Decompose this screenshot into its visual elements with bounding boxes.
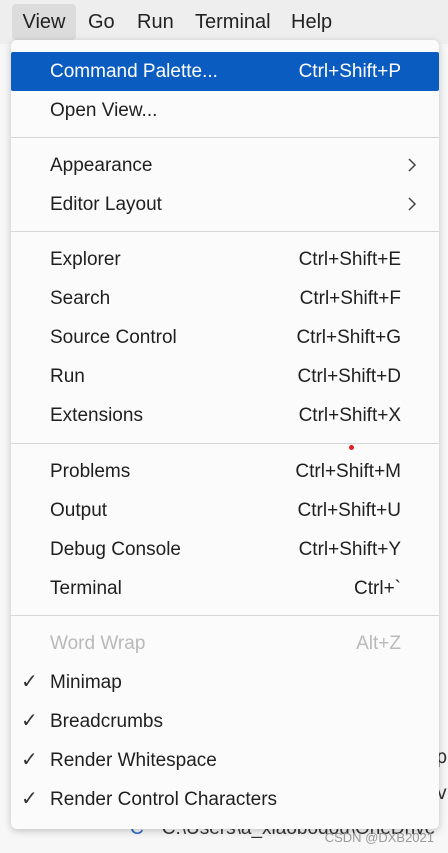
menu-item-render-whitespace[interactable]: ✓ Render Whitespace — [11, 741, 439, 780]
menu-item-label: Source Control — [50, 327, 177, 348]
menu-item-label: Minimap — [50, 672, 122, 693]
menu-item-problems[interactable]: Problems Ctrl+Shift+M — [11, 452, 439, 491]
menu-item-run[interactable]: Run Ctrl+Shift+D — [11, 357, 439, 396]
menu-item-shortcut: Alt+Z — [356, 633, 401, 654]
menu-separator — [11, 443, 439, 444]
menu-item-debug-console[interactable]: Debug Console Ctrl+Shift+Y — [11, 530, 439, 569]
menu-item-minimap[interactable]: ✓ Minimap — [11, 663, 439, 702]
menu-item-appearance[interactable]: Appearance — [11, 146, 439, 185]
menu-item-label: Run — [50, 366, 85, 387]
menubar-run[interactable]: Run — [137, 4, 174, 40]
menu-item-shortcut: Ctrl+Shift+P — [298, 61, 401, 82]
menu-item-terminal[interactable]: Terminal Ctrl+` — [11, 569, 439, 608]
menu-item-label: Open View... — [50, 100, 158, 121]
menu-item-label: Editor Layout — [50, 194, 162, 215]
menu-item-label: Search — [50, 288, 111, 309]
menubar-go[interactable]: Go — [88, 4, 115, 40]
menu-bar: View Go Run Terminal Help — [0, 0, 448, 44]
menu-item-open-view[interactable]: Open View... — [11, 91, 439, 130]
watermark: CSDN @DXB2021 — [324, 830, 434, 845]
menu-item-label: Terminal — [50, 578, 122, 599]
checkmark-icon: ✓ — [21, 749, 38, 771]
chevron-right-icon — [408, 158, 417, 172]
menu-item-output[interactable]: Output Ctrl+Shift+U — [11, 491, 439, 530]
menu-item-explorer[interactable]: Explorer Ctrl+Shift+E — [11, 240, 439, 279]
red-dot-marker — [349, 445, 354, 450]
menubar-terminal[interactable]: Terminal — [195, 4, 271, 40]
menu-item-label: Problems — [50, 461, 131, 482]
checkmark-icon: ✓ — [21, 788, 38, 810]
menu-item-shortcut: Ctrl+Shift+E — [298, 249, 401, 270]
menu-item-search[interactable]: Search Ctrl+Shift+F — [11, 279, 439, 318]
menu-item-shortcut: Ctrl+Shift+F — [299, 288, 401, 309]
menu-item-breadcrumbs[interactable]: ✓ Breadcrumbs — [11, 702, 439, 741]
menu-item-label: Extensions — [50, 405, 143, 426]
checkmark-icon: ✓ — [21, 710, 38, 732]
menu-item-label: Breadcrumbs — [50, 711, 163, 732]
menu-item-label: Render Whitespace — [50, 750, 217, 771]
menu-separator — [11, 137, 439, 138]
checkmark-icon: ✓ — [21, 671, 38, 693]
menu-item-label: Command Palette... — [50, 61, 218, 82]
menu-separator — [11, 231, 439, 232]
menu-item-shortcut: Ctrl+Shift+D — [297, 366, 401, 387]
menu-item-label: Appearance — [50, 155, 153, 176]
chevron-right-icon — [408, 197, 417, 211]
menu-item-label: Debug Console — [50, 539, 181, 560]
menu-item-label: Explorer — [50, 249, 121, 270]
menu-item-label: Render Control Characters — [50, 789, 278, 810]
menu-item-shortcut: Ctrl+Shift+Y — [298, 539, 401, 560]
menubar-view[interactable]: View — [12, 4, 76, 40]
menu-item-render-control-characters[interactable]: ✓ Render Control Characters — [11, 780, 439, 819]
menu-item-shortcut: Ctrl+Shift+G — [296, 327, 401, 348]
menu-item-shortcut: Ctrl+Shift+X — [298, 405, 401, 426]
menu-item-shortcut: Ctrl+Shift+U — [297, 500, 401, 521]
menu-item-editor-layout[interactable]: Editor Layout — [11, 185, 439, 224]
menu-item-source-control[interactable]: Source Control Ctrl+Shift+G — [11, 318, 439, 357]
menubar-help[interactable]: Help — [291, 4, 332, 40]
menu-separator — [11, 615, 439, 616]
menu-item-shortcut: Ctrl+Shift+M — [295, 461, 401, 482]
menu-item-command-palette[interactable]: Command Palette... Ctrl+Shift+P — [11, 52, 439, 91]
menu-item-label: Word Wrap — [50, 633, 146, 654]
menu-item-word-wrap[interactable]: Word Wrap Alt+Z — [11, 624, 439, 663]
menu-item-shortcut: Ctrl+` — [354, 578, 401, 599]
view-menu-dropdown: Command Palette... Ctrl+Shift+P Open Vie… — [11, 40, 439, 829]
menu-item-label: Output — [50, 500, 108, 521]
menu-item-extensions[interactable]: Extensions Ctrl+Shift+X — [11, 396, 439, 435]
